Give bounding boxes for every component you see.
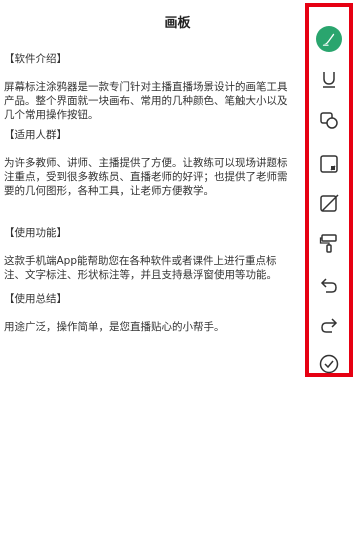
shapes-icon: [320, 112, 338, 129]
section-heading: 【适用人群】: [4, 129, 67, 141]
section-line: 产品。整个界面就一块画布、常用的几种颜色、笔触大小以及: [4, 95, 288, 107]
paint-roller-icon: [319, 234, 337, 253]
undo-button[interactable]: [316, 272, 342, 298]
eraser-square-icon: [320, 194, 339, 212]
confirm-button[interactable]: [316, 351, 342, 377]
undo-icon: [320, 278, 337, 293]
section-summary: 【使用总结】 用途广泛，操作简单，是您直播贴心的小帮手。: [4, 292, 304, 334]
underline-button[interactable]: [316, 66, 342, 92]
section-line: 几个常用操作按钮。: [4, 109, 99, 121]
section-line: 注、文字标注、形状标注等，并且支持悬浮窗使用等功能。: [4, 269, 277, 281]
section-line: 用途广泛，操作简单，是您直播贴心的小帮手。: [4, 321, 225, 333]
section-audience: 【适用人群】 为许多教师、讲师、主播提供了方便。让教练可以现场讲题标 注重点，受…: [4, 128, 304, 198]
section-heading: 【软件介绍】: [4, 53, 67, 65]
shapes-button[interactable]: [316, 107, 342, 133]
section-heading: 【使用总结】: [4, 293, 67, 305]
note-button[interactable]: [316, 151, 342, 177]
sticky-note-icon: [320, 155, 338, 173]
section-line: 要的几何图形，各种工具，让老师方便教学。: [4, 185, 214, 197]
redo-icon: [321, 318, 338, 333]
brush-button[interactable]: [316, 26, 342, 52]
redo-button[interactable]: [316, 312, 342, 338]
section-line: 注重点，受到很多教练员、直播老师的好评；也提供了老师需: [4, 171, 288, 183]
fill-button[interactable]: [316, 230, 342, 256]
page-title: 画板: [164, 16, 191, 31]
section-features: 【使用功能】 这款手机端App能帮助您在各种软件或者课件上进行重点标 注、文字标…: [4, 226, 304, 282]
section-line: 为许多教师、讲师、主播提供了方便。让教练可以现场讲题标: [4, 157, 288, 169]
section-intro: 【软件介绍】 屏幕标注涂鸦器是一款专门针对主播直播场景设计的画笔工具 产品。整个…: [4, 52, 304, 122]
brush-icon: [316, 26, 342, 52]
section-heading: 【使用功能】: [4, 227, 67, 239]
section-line: 屏幕标注涂鸦器是一款专门针对主播直播场景设计的画笔工具: [4, 81, 288, 93]
underline-icon: [323, 72, 335, 88]
section-line: 这款手机端App能帮助您在各种软件或者课件上进行重点标: [4, 255, 277, 267]
check-icon: [319, 354, 339, 374]
clear-button[interactable]: [316, 190, 342, 216]
content-area: 【软件介绍】 屏幕标注涂鸦器是一款专门针对主播直播场景设计的画笔工具 产品。整个…: [4, 52, 304, 334]
drawing-toolbar: [305, 3, 353, 377]
